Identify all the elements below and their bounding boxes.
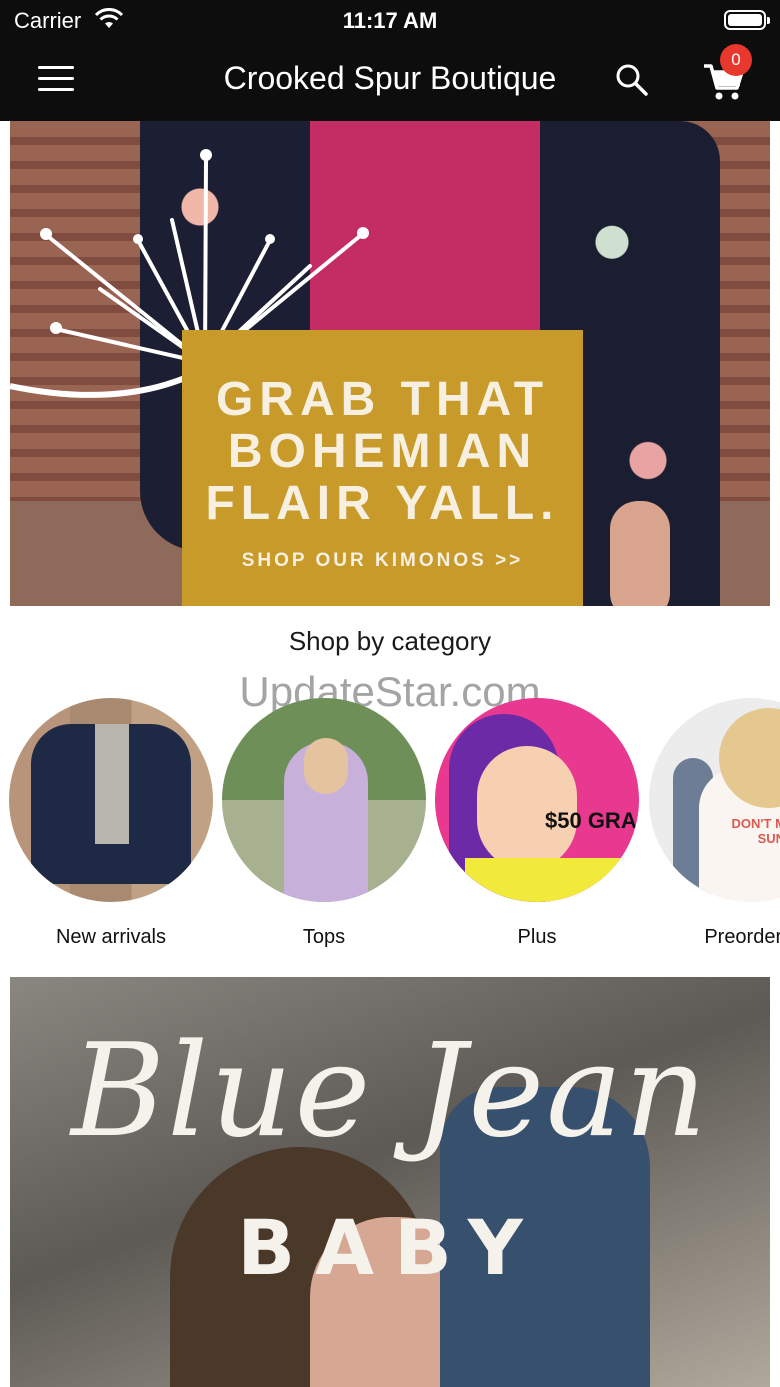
clock: 11:17 AM bbox=[342, 8, 438, 33]
status-bar: Carrier 11:17 AM bbox=[0, 0, 780, 40]
battery-icon bbox=[724, 10, 770, 30]
category-image: DON'T MISS THE SUNSET bbox=[649, 698, 780, 902]
category-new-arrivals[interactable]: New arrivals bbox=[8, 698, 214, 949]
category-plus[interactable]: $50 GRA Plus bbox=[434, 698, 640, 949]
category-label: New arrivals bbox=[55, 926, 167, 948]
category-label: Plus bbox=[517, 926, 557, 948]
store-title: Crooked Spur Boutique bbox=[223, 60, 557, 96]
cart-count-badge: 0 bbox=[720, 44, 752, 76]
category-preorder[interactable]: DON'T MISS THE SUNSET Preorder it bbox=[648, 698, 780, 949]
promo-line: FLAIR YALL. bbox=[205, 477, 560, 530]
category-image-text: $50 GRA bbox=[545, 808, 637, 833]
shop-by-category-heading: Shop by category bbox=[288, 626, 492, 656]
category-carousel[interactable]: New arrivals Tops $50 GRA Plus DON'T MIS… bbox=[0, 698, 780, 958]
category-tops[interactable]: Tops bbox=[221, 698, 427, 949]
search-icon[interactable] bbox=[614, 62, 650, 98]
category-label: Tops bbox=[302, 926, 346, 948]
promo-text-box: GRAB THAT BOHEMIAN FLAIR YALL. SHOP OUR … bbox=[182, 330, 583, 606]
category-image: $50 GRA bbox=[435, 698, 639, 902]
banner-script-title: Blue Jean bbox=[71, 1017, 709, 1166]
category-image bbox=[222, 698, 426, 902]
banner-subtitle: BABY bbox=[237, 1203, 543, 1292]
promo-line: GRAB THAT bbox=[215, 373, 550, 426]
kimono-promo-banner[interactable]: GRAB THAT BOHEMIAN FLAIR YALL. SHOP OUR … bbox=[10, 121, 770, 606]
blue-jean-baby-banner[interactable]: Blue Jean BABY bbox=[10, 977, 770, 1387]
shop-kimonos-link[interactable]: SHOP OUR KIMONOS >> bbox=[182, 550, 583, 572]
promo-line: BOHEMIAN bbox=[227, 425, 538, 478]
category-image bbox=[9, 698, 213, 902]
category-label: Preorder it bbox=[704, 926, 780, 948]
app-header: Crooked Spur Boutique 0 bbox=[0, 40, 780, 121]
category-image-text: DON'T MISS THE SUNSET bbox=[731, 816, 780, 846]
